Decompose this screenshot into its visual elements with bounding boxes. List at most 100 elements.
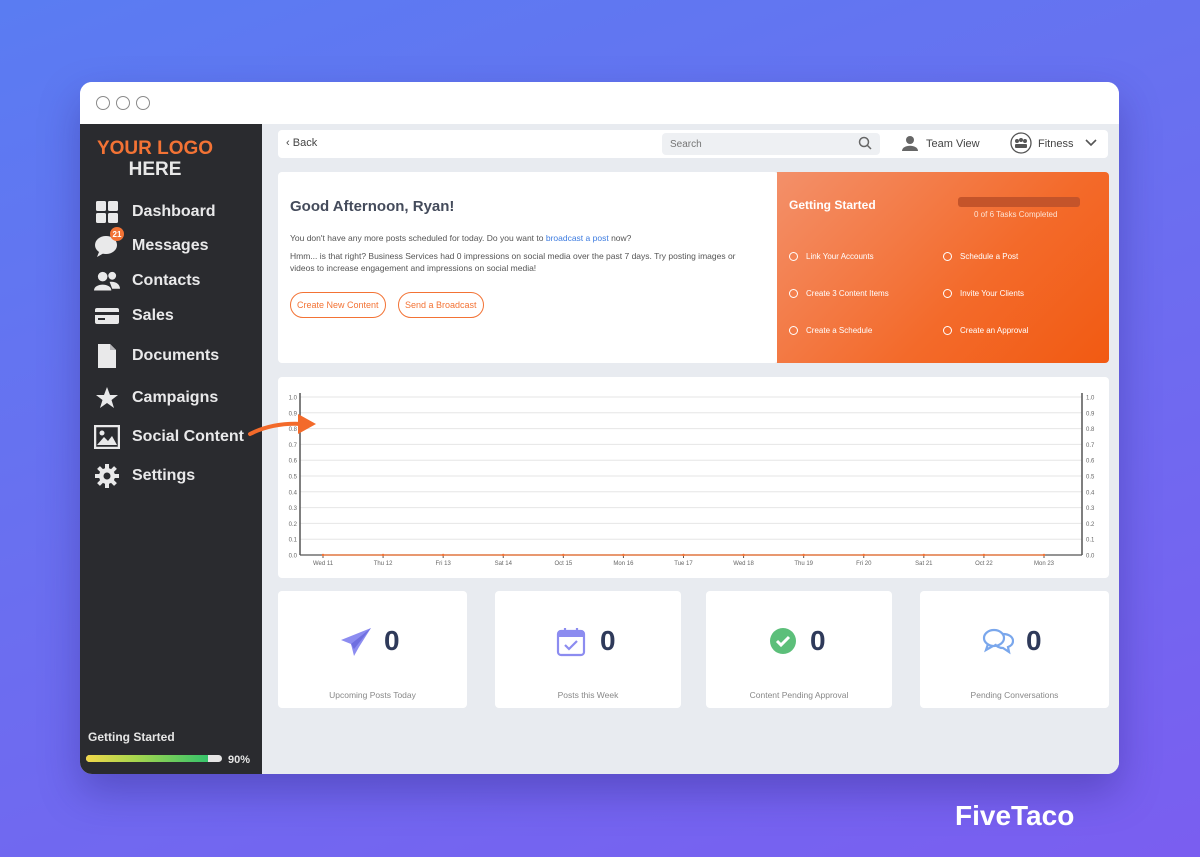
x-tick-label: Fri 13 [435,561,451,567]
sidebar-item-label: Social Content [132,428,245,445]
stat-value: 0 [384,625,400,656]
chat-icon: 21 [94,227,124,259]
window-maximize-dot[interactable] [136,96,150,110]
data-point [381,553,385,557]
stat-label: Content Pending Approval [749,690,849,700]
task-label: Schedule a Post [960,252,1019,261]
x-tick-label: Mon 16 [613,561,634,567]
sidebar-item-sales[interactable]: Sales [94,302,259,330]
task-checkbox [943,252,952,261]
task-link-accounts[interactable]: Link Your Accounts [789,252,874,261]
task-checkbox [943,326,952,335]
x-tick-label: Fri 20 [856,561,872,567]
orange-pointer-arrow-icon [248,414,316,436]
stat-content-pending-approval[interactable]: 0 Content Pending Approval [706,591,892,708]
stat-posts-this-week[interactable]: 0 Posts this Week [495,591,681,708]
task-create-schedule[interactable]: Create a Schedule [789,326,872,335]
task-checkbox [789,326,798,335]
task-checkbox [943,289,952,298]
chevron-left-icon: ‹ [286,137,290,149]
check-circle-icon [769,627,797,660]
y-tick-label-left: 0.7 [289,443,298,449]
sidebar-item-settings[interactable]: Settings [94,462,259,490]
data-point [922,553,926,557]
tasks-completed-text: 0 of 6 Tasks Completed [974,210,1058,219]
y-tick-label-right: 0.1 [1086,538,1095,544]
data-point [622,553,625,557]
brand-wordmark: FiveTaco [955,800,1075,831]
getting-started-title: Getting Started [789,198,876,212]
x-tick-label: Mon 23 [1034,561,1055,567]
x-tick-label: Sat 14 [495,561,513,567]
task-create-content-items[interactable]: Create 3 Content Items [789,289,889,298]
greeting-impressions-text: Hmm... is that right? Business Services … [290,251,736,273]
app-body: YOUR LOGO HERE Dashboard 21 Messages Con… [80,124,1119,774]
y-tick-label-right: 0.2 [1086,522,1095,528]
sidebar-item-label: Contacts [132,272,201,289]
y-tick-label-left: 0.6 [289,459,298,465]
sidebar-item-label: Documents [132,347,220,364]
sidebar-item-label: Campaigns [132,389,219,406]
greeting-text-part: You don't have any more posts scheduled … [290,233,546,243]
getting-started-card: Getting Started 0 of 6 Tasks Completed L… [777,172,1109,363]
sidebar-item-label: Settings [132,467,196,484]
sidebar-item-documents[interactable]: Documents [94,342,259,370]
task-label: Create a Schedule [806,326,873,335]
sidebar-item-contacts[interactable]: Contacts [94,267,259,295]
greeting-card: Good Afternoon, Ryan! You don't have any… [278,172,778,363]
broadcast-link[interactable]: broadcast a post [546,233,609,243]
data-point [321,553,325,557]
tasks-progress-bar [958,197,1080,207]
x-tick-label: Thu 12 [374,561,393,567]
sidebar: YOUR LOGO HERE Dashboard 21 Messages Con… [80,124,262,774]
sidebar-item-label: Dashboard [132,203,216,220]
account-selector[interactable]: Fitness [1010,131,1098,157]
team-view-button[interactable]: Team View [902,134,980,154]
sidebar-item-social-content[interactable]: Social Content [94,423,259,451]
task-label: Create 3 Content Items [806,289,889,298]
sidebar-item-dashboard[interactable]: Dashboard [94,198,259,226]
y-tick-label-right: 0.5 [1086,475,1095,481]
send-broadcast-button[interactable]: Send a Broadcast [398,292,484,318]
gear-icon [94,463,120,489]
impressions-chart: 0.0 0.0 0.1 0.1 0.2 0.2 0.3 0.3 0.4 0.4 0.5 0.5 0.6 0… [289,393,1095,567]
task-create-approval[interactable]: Create an Approval [943,326,1029,335]
y-tick-label-right: 0.6 [1086,459,1095,465]
stat-pending-conversations[interactable]: 0 Pending Conversations [920,591,1109,708]
sidebar-item-messages[interactable]: 21 Messages [94,227,259,260]
team-avatar-icon [1010,131,1032,157]
chevron-down-icon [1085,138,1098,150]
search-input[interactable] [662,133,880,155]
window-close-dot[interactable] [96,96,110,110]
data-point [1042,553,1046,557]
sidebar-item-label: Sales [132,307,174,324]
greeting-text-part: now? [608,233,632,243]
window-minimize-dot[interactable] [116,96,130,110]
y-tick-label-right: 0.9 [1086,411,1095,417]
main-content: ‹ Back Team View Fitness [262,124,1119,774]
stat-upcoming-posts[interactable]: 0 Upcoming Posts Today [278,591,467,708]
grid-icon [94,199,120,225]
y-tick-label-left: 0.1 [289,538,298,544]
paper-plane-icon [340,627,372,662]
data-point [802,553,805,557]
stat-label: Posts this Week [557,690,619,700]
y-tick-label-right: 1.0 [1086,396,1095,402]
sidebar-progress-percent: 90% [228,754,251,766]
y-tick-label-left: 0.5 [289,475,298,481]
user-icon [902,135,918,154]
task-invite-clients[interactable]: Invite Your Clients [943,289,1024,298]
data-point [562,553,565,557]
search-icon[interactable] [858,136,872,155]
back-button[interactable]: ‹ Back [286,137,317,149]
x-tick-label: Oct 22 [975,561,993,567]
stat-value: 0 [810,625,826,656]
sidebar-item-campaigns[interactable]: Campaigns [94,384,259,412]
task-schedule-post[interactable]: Schedule a Post [943,252,1018,261]
stat-value: 0 [600,625,616,656]
y-tick-label-right: 0.8 [1086,427,1095,433]
account-label: Fitness [1038,138,1074,150]
star-icon [94,385,120,411]
window-titlebar [80,82,1119,124]
create-new-content-button[interactable]: Create New Content [290,292,386,318]
